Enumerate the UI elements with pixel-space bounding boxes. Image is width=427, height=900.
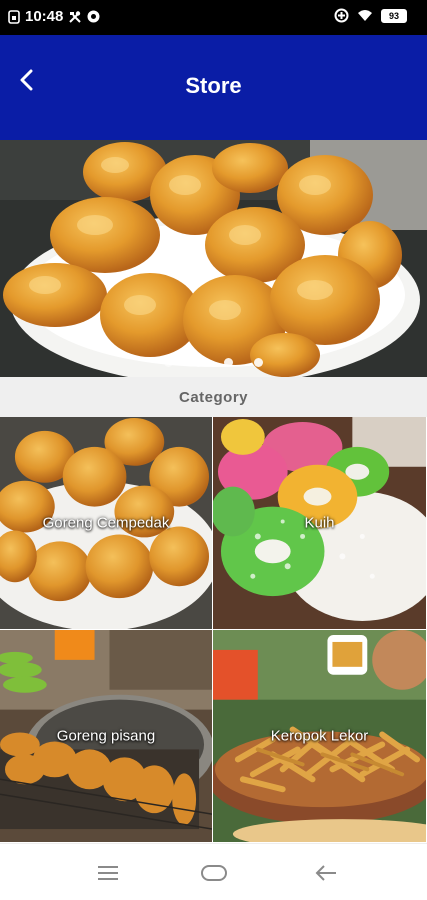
data-saver-icon (334, 8, 349, 23)
menu-icon (98, 866, 118, 880)
category-tile-keropok-lekor[interactable]: Keropok Lekor (213, 630, 427, 843)
banner-image (0, 140, 427, 377)
carousel-dot[interactable] (194, 358, 203, 367)
battery-icon: 93 (381, 8, 407, 23)
system-nav-bar (0, 843, 427, 900)
category-tile-goreng-pisang[interactable]: Goreng pisang (0, 630, 213, 843)
carousel-dot[interactable] (224, 358, 233, 367)
category-label: Goreng Cempedak (42, 514, 170, 532)
page-title: Store (185, 73, 242, 98)
back-arrow-icon (315, 865, 336, 881)
banner-carousel[interactable] (0, 140, 427, 377)
recents-button[interactable] (88, 860, 128, 886)
category-tile-kuih[interactable]: Kuih (213, 417, 427, 630)
category-grid: Goreng Cempedak Kuih Goreng pisang Kerop… (0, 417, 427, 843)
status-right: 93 (334, 8, 407, 23)
status-left: 10:48 (8, 8, 100, 25)
sim-icon (8, 9, 20, 24)
vpn-icon (87, 10, 100, 23)
tools-icon (68, 10, 82, 24)
wifi-icon (357, 9, 373, 22)
category-tile-goreng-cempedak[interactable]: Goreng Cempedak (0, 417, 213, 630)
carousel-indicator (0, 358, 427, 367)
app-bar: Store (0, 35, 427, 140)
status-time: 10:48 (25, 8, 64, 25)
category-label: Keropok Lekor (270, 727, 369, 745)
category-heading: Category (0, 377, 427, 417)
system-back-button[interactable] (306, 860, 346, 886)
home-button[interactable] (194, 860, 234, 886)
category-label: Goreng pisang (56, 727, 156, 745)
category-label: Kuih (304, 514, 335, 532)
carousel-dot[interactable] (254, 358, 263, 367)
status-bar: 10:48 93 (0, 0, 427, 35)
carousel-dot[interactable] (164, 358, 173, 367)
home-icon (201, 865, 227, 881)
